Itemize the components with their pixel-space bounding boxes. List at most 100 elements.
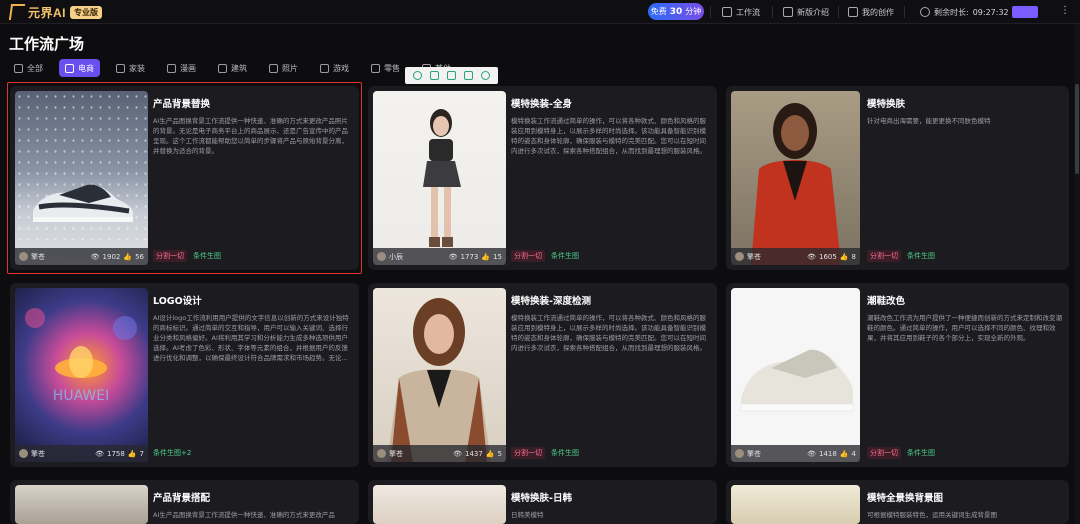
tab-photo[interactable]: 照片 [263, 59, 304, 77]
like-count: 4 [851, 449, 856, 458]
workflow-card[interactable]: 擎苍 👁 1437 👍 5 模特换装-深度检测 模特换装工作流通过简单的操作，可… [368, 283, 717, 467]
eye-icon: 👁 [807, 449, 816, 458]
workflow-card[interactable]: 产品背景搭配 AI生产品图换背景工作流提供一种快速、准确的方式来更改产品 [10, 480, 359, 524]
nav-my-creations[interactable]: 我的创作 [848, 4, 894, 20]
tab-label: 电商 [78, 63, 94, 73]
card-description: AI生产品图换背景工作流提供一种快速、准确的方式来更改产品照片的背景。无论是电子… [153, 117, 348, 155]
tag: 条件生图 [907, 449, 935, 457]
workflow-card[interactable]: 擎苍 👁 1605 👍 8 模特换肤 针对电商出海需要，能更更换不同肤色模特 分… [726, 86, 1069, 270]
plan-badge: 专业版 [70, 5, 103, 19]
image-icon [848, 7, 858, 17]
tag: 分割一切 [867, 250, 901, 262]
scrollbar-thumb[interactable] [1075, 84, 1079, 174]
more-menu-icon[interactable]: ⋮ [1060, 4, 1070, 18]
remaining-value: 09:27:32 [972, 7, 1009, 17]
tab-retail[interactable]: 零售 [365, 59, 406, 77]
like-count: 15 [493, 252, 502, 261]
tag: 分割一切 [153, 250, 187, 262]
recharge-button[interactable] [1012, 6, 1038, 18]
view-count: 1605 [818, 252, 837, 261]
view-count: 1437 [464, 449, 483, 458]
remaining-time: 剩余时长: 09:27:32 [920, 4, 1009, 20]
logo-mark-icon [8, 4, 26, 20]
card-meta: 小辰 👁 1773 👍 15 [373, 248, 506, 265]
workflow-icon [722, 7, 732, 17]
gamepad-icon [320, 63, 329, 73]
settings-icon[interactable] [481, 71, 490, 80]
divider [904, 6, 905, 18]
nav-workflow[interactable]: 工作流 [722, 4, 760, 20]
tab-ecommerce[interactable]: 电商 [59, 59, 100, 77]
workflow-card[interactable]: 擎苍 👁 1418 👍 4 潮鞋改色 潮鞋改色工作流为用户提供了一种便捷而创新的… [726, 283, 1069, 467]
card-description: 可根据模特服装特色，运用关键词生成背景图 [867, 511, 997, 519]
like-count: 7 [139, 449, 144, 458]
tab-comic[interactable]: 漫画 [161, 59, 202, 77]
card-thumbnail [373, 288, 506, 462]
expand-icon[interactable] [430, 71, 439, 80]
user-avatar-icon[interactable] [920, 7, 930, 17]
tab-home[interactable]: 家装 [110, 59, 151, 77]
scrollbar-track[interactable] [1074, 24, 1080, 524]
card-thumbnail [731, 485, 860, 524]
free-minutes-button[interactable]: 免费 30 分钟 [648, 3, 704, 20]
tab-game[interactable]: 游戏 [314, 59, 355, 77]
card-title: 模特换装-深度检测 [511, 296, 591, 307]
author-name: 小辰 [389, 252, 403, 261]
nav-news[interactable]: 新版介绍 [783, 4, 829, 20]
card-meta: 擎苍 👁 1437 👍 5 [373, 445, 506, 462]
tab-all[interactable]: 全部 [8, 59, 49, 77]
card-title: 模特换肤 [867, 99, 906, 110]
target-icon [371, 63, 380, 73]
author-avatar [735, 449, 744, 458]
card-title: 模特换肤-日韩 [511, 493, 572, 504]
divider [772, 6, 773, 18]
app-logo[interactable]: 元界AI 专业版 [8, 2, 103, 22]
divider [710, 6, 711, 18]
nav-workflow-label: 工作流 [736, 7, 760, 17]
card-tags: 分割一切 条件生图 [153, 250, 221, 262]
author-avatar [19, 252, 28, 261]
workflow-card[interactable]: 模特全景换背景图 可根据模特服装特色，运用关键词生成背景图 [726, 480, 1069, 524]
free-minutes: 30 [669, 6, 683, 17]
workflow-card[interactable]: HUAWEI 擎苍 👁 1758 👍 7 LOGO设计 AI设计logo工作流利… [10, 283, 359, 467]
workflow-card[interactable]: 模特换肤-日韩 日韩美模特 [368, 480, 717, 524]
tab-label: 漫画 [180, 63, 196, 73]
save-icon[interactable] [447, 71, 456, 80]
author-avatar [377, 449, 386, 458]
bag-icon [65, 63, 74, 73]
card-tags: 分割一切 条件生图 [511, 250, 579, 262]
view-count: 1758 [106, 449, 125, 458]
tag: 条件生图 [193, 252, 221, 260]
workflow-card[interactable]: 擎苍 👁 1902 👍 56 产品背景替换 AI生产品图换背景工作流提供一种快速… [10, 86, 359, 270]
tab-label: 游戏 [333, 63, 349, 73]
card-thumbnail [373, 91, 506, 265]
page-title: 工作流广场 [9, 35, 85, 53]
tab-architecture[interactable]: 建筑 [212, 59, 253, 77]
tab-label: 零售 [384, 63, 400, 73]
building-icon [218, 63, 227, 73]
like-icon: 👍 [123, 252, 133, 261]
card-description: AI生产品图换背景工作流提供一种快速、准确的方式来更改产品 [153, 511, 335, 519]
card-thumbnail [731, 91, 860, 265]
zoom-icon[interactable] [413, 71, 422, 80]
picture-icon [167, 63, 176, 73]
tag: 条件生图 [551, 252, 579, 260]
free-prefix: 免费 [650, 7, 667, 16]
card-tags: 条件生图+2 [153, 447, 191, 459]
tab-label: 家装 [129, 63, 145, 73]
workflow-card[interactable]: 小辰 👁 1773 👍 15 模特换装-全身 模特换装工作流通过简单的操作，可以… [368, 86, 717, 270]
card-title: LOGO设计 [153, 296, 202, 307]
card-description: 模特换装工作流通过简单的操作，可以将各种款式、颜色和风格的服装应用到模特身上，以… [511, 314, 706, 352]
eye-icon: 👁 [90, 252, 100, 261]
card-tags: 分割一切 条件生图 [867, 250, 935, 262]
remaining-label: 剩余时长: [934, 7, 969, 17]
news-icon [783, 7, 793, 17]
share-icon[interactable] [464, 71, 473, 80]
card-description: 针对电商出海需要，能更更换不同肤色模特 [867, 117, 991, 125]
tag: 条件生图+2 [153, 449, 192, 457]
sneaker-illustration [33, 184, 133, 222]
card-tags: 分割一切 条件生图 [867, 447, 935, 459]
tag: 条件生图 [551, 449, 579, 457]
card-meta: 擎苍 👁 1418 👍 4 [731, 445, 860, 462]
tab-label: 照片 [282, 63, 298, 73]
